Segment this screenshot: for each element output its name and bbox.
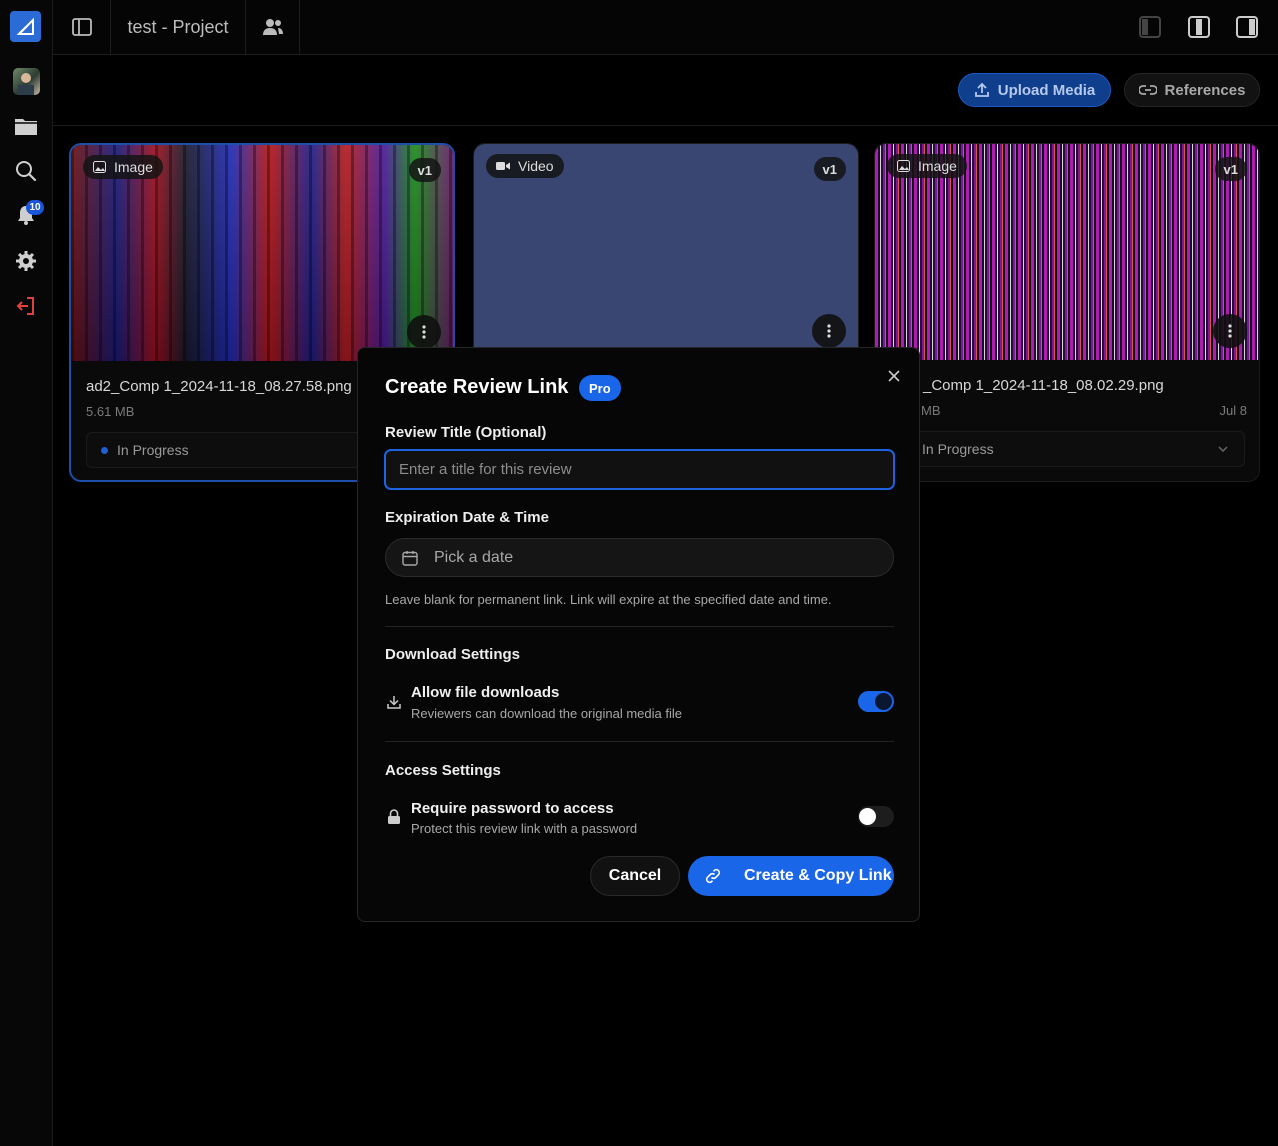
version-badge[interactable]: v1 — [408, 158, 441, 182]
media-card[interactable]: Image v1 _Comp 1_2024-11-18_08.02.29.png… — [874, 143, 1260, 482]
upload-media-label: Upload Media — [997, 81, 1096, 99]
layout-left-icon[interactable] — [1138, 15, 1162, 39]
expiration-hint: Leave blank for permanent link. Link wil… — [385, 592, 832, 607]
close-icon — [888, 370, 900, 382]
lock-icon — [385, 808, 403, 826]
date-placeholder: Pick a date — [434, 548, 514, 566]
status-dot — [101, 446, 108, 454]
references-label: References — [1164, 81, 1246, 99]
download-settings-heading: Download Settings — [385, 646, 520, 663]
version-badge[interactable]: v1 — [1214, 157, 1247, 181]
access-settings-heading: Access Settings — [385, 762, 501, 779]
action-bar: Upload Media References — [53, 55, 1278, 126]
create-review-link-dialog: Create Review Link Pro Review Title (Opt… — [357, 347, 920, 922]
toggle-knob — [859, 808, 876, 825]
more-options-button[interactable] — [407, 315, 441, 349]
layout-right-icon[interactable] — [1235, 15, 1259, 39]
status-label: In Progress — [117, 442, 189, 458]
image-icon — [897, 160, 910, 172]
version-badge[interactable]: v1 — [813, 157, 846, 181]
more-options-button[interactable] — [812, 314, 846, 348]
type-label: Image — [114, 159, 153, 175]
link-icon — [705, 868, 721, 884]
type-badge: Image — [887, 154, 967, 178]
dialog-title: Create Review Link — [385, 376, 569, 398]
user-avatar[interactable] — [13, 68, 40, 95]
media-date: Jul 8 — [1219, 403, 1247, 418]
topbar: test - Project — [53, 0, 1278, 55]
media-size: 5.61 MB — [86, 404, 135, 419]
link-icon — [1138, 85, 1157, 95]
type-label: Image — [918, 158, 957, 174]
date-picker-button[interactable]: Pick a date — [385, 538, 894, 577]
sidebar-toggle-button[interactable] — [53, 0, 111, 54]
status-label: In Progress — [922, 441, 994, 457]
more-options-button[interactable] — [1213, 314, 1247, 348]
toggle-knob — [875, 693, 892, 710]
type-badge: Video — [486, 154, 564, 178]
calendar-icon — [402, 550, 418, 566]
password-setting-title: Require password to access — [411, 800, 614, 817]
divider — [385, 626, 894, 627]
allow-downloads-toggle[interactable] — [858, 691, 894, 712]
download-setting-title: Allow file downloads — [411, 684, 560, 701]
layout-center-icon[interactable] — [1187, 15, 1211, 39]
download-icon — [385, 693, 403, 711]
app-logo[interactable] — [10, 11, 41, 42]
folder-icon[interactable] — [12, 112, 40, 140]
pro-badge: Pro — [579, 375, 621, 401]
chevron-down-icon — [1218, 446, 1228, 452]
review-title-input[interactable] — [384, 449, 895, 490]
create-copy-link-label: Create & Copy Link — [744, 867, 892, 884]
media-size: MB — [921, 403, 941, 418]
more-vertical-icon — [1228, 324, 1232, 338]
project-title[interactable]: test - Project — [111, 0, 246, 54]
require-password-toggle[interactable] — [858, 806, 894, 827]
logout-icon[interactable] — [12, 292, 40, 320]
team-button[interactable] — [246, 0, 300, 54]
upload-media-button[interactable]: Upload Media — [958, 73, 1111, 107]
upload-icon — [974, 82, 989, 97]
review-title-label: Review Title (Optional) — [385, 424, 547, 441]
media-name[interactable]: ad2_Comp 1_2024-11-18_08.27.58.png — [86, 378, 352, 395]
notification-badge: 10 — [26, 200, 44, 215]
status-dropdown[interactable]: In Progress — [889, 431, 1245, 467]
media-name[interactable]: _Comp 1_2024-11-18_08.02.29.png — [923, 377, 1164, 394]
more-vertical-icon — [422, 325, 426, 339]
expiration-label: Expiration Date & Time — [385, 509, 549, 526]
password-setting-desc: Protect this review link with a password — [411, 821, 638, 836]
users-icon — [262, 19, 283, 35]
search-icon[interactable] — [12, 157, 40, 185]
references-button[interactable]: References — [1124, 73, 1260, 107]
download-setting-desc: Reviewers can download the original medi… — [411, 706, 682, 721]
sidebar: 10 — [0, 0, 53, 1146]
type-label: Video — [518, 158, 554, 174]
gear-icon[interactable] — [12, 247, 40, 275]
cancel-button[interactable]: Cancel — [590, 856, 680, 896]
video-icon — [496, 162, 510, 170]
close-button[interactable] — [885, 367, 903, 385]
divider — [385, 741, 894, 742]
create-copy-link-button[interactable]: Create & Copy Link — [688, 856, 894, 896]
type-badge: Image — [83, 155, 163, 179]
more-vertical-icon — [827, 324, 831, 338]
image-icon — [93, 161, 106, 173]
panel-left-icon — [71, 18, 92, 36]
